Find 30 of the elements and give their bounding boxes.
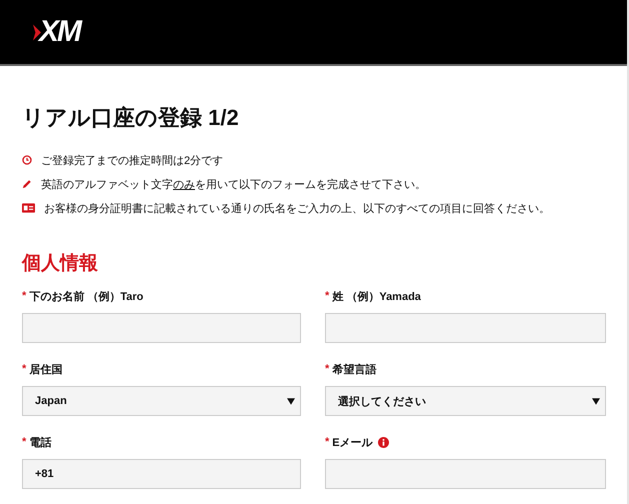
info-note: お客様の身分証明書に記載されている通りの氏名をご入力の上、以下のすべての項目に回答ください。 (44, 202, 550, 216)
page-title: リアル口座の登録 1/2 (22, 104, 240, 132)
input-field[interactable] (325, 459, 606, 489)
required-marker: * (22, 436, 26, 448)
input-field[interactable] (22, 313, 301, 343)
pencil-icon (22, 179, 32, 189)
field-label: 居住国 (29, 362, 62, 376)
select-field[interactable]: Japan (22, 386, 301, 416)
required-marker: * (325, 436, 330, 448)
input-field[interactable]: +81 (22, 459, 301, 489)
field-label: 下のお名前 （例）Taro (29, 290, 144, 304)
logo[interactable]: XM (33, 15, 80, 49)
field-label: Eメール (332, 436, 373, 450)
required-marker: * (22, 363, 26, 375)
section-heading: 個人情報 (22, 252, 99, 276)
info-note: 英語のアルファベット文字のみを用いて以下のフォームを完成させて下さい。 (41, 178, 426, 192)
info-icon[interactable] (378, 436, 389, 448)
input-field[interactable] (325, 313, 606, 343)
caret-icon (592, 398, 600, 404)
caret-icon (287, 398, 295, 404)
field-label: 姓 （例）Yamada (332, 290, 421, 304)
select-field[interactable]: 選択してください (325, 386, 606, 416)
required-marker: * (325, 363, 330, 375)
required-marker: * (22, 290, 26, 302)
id-card-icon (22, 203, 35, 213)
field-label: 電話 (29, 436, 52, 450)
required-marker: * (325, 290, 330, 302)
clock-icon (22, 155, 32, 165)
field-label: 希望言語 (332, 362, 376, 376)
info-note: ご登録完了までの推定時間は2分です (41, 154, 224, 168)
